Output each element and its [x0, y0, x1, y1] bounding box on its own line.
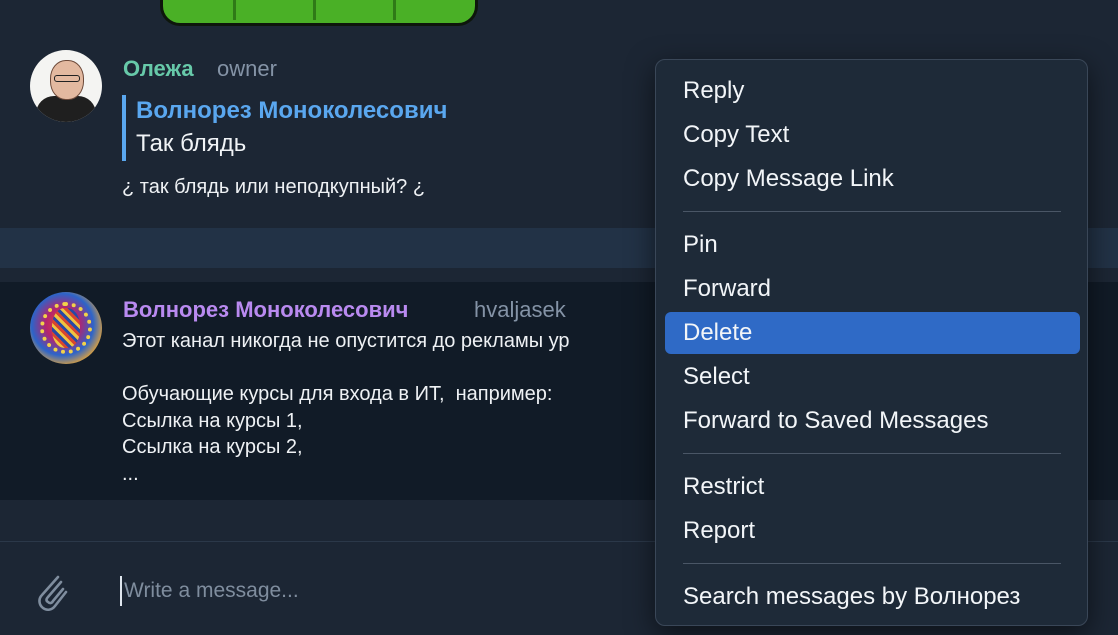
avatar[interactable] [30, 292, 102, 364]
role-badge: hvaljasek [474, 297, 566, 322]
menu-divider [683, 211, 1061, 212]
menu-item-forward-to-saved[interactable]: Forward to Saved Messages [665, 400, 1080, 442]
menu-item-select[interactable]: Select [665, 356, 1080, 398]
menu-item-report[interactable]: Report [665, 510, 1080, 552]
menu-item-copy-message-link[interactable]: Copy Message Link [665, 158, 1080, 200]
menu-item-copy-text[interactable]: Copy Text [665, 114, 1080, 156]
message-input[interactable] [120, 576, 644, 606]
message-text: ¿ так блядь или неподкупный? ¿ [122, 176, 426, 198]
menu-item-restrict[interactable]: Restrict [665, 466, 1080, 508]
paperclip-icon[interactable] [30, 568, 70, 614]
message-text: Этот канал никогда не опустится до рекла… [122, 330, 570, 485]
menu-item-pin[interactable]: Pin [665, 224, 1080, 266]
reply-text: Так блядь [136, 130, 247, 157]
menu-item-reply[interactable]: Reply [665, 70, 1080, 112]
menu-divider [683, 453, 1061, 454]
message-author[interactable]: Олежа [123, 56, 194, 82]
sticker-image [160, 0, 478, 26]
reply-author: Волнорез Моноколесович [136, 97, 448, 124]
menu-item-search-messages-by-user[interactable]: Search messages by Волнорез [665, 576, 1080, 618]
menu-item-forward[interactable]: Forward [665, 268, 1080, 310]
menu-divider [683, 563, 1061, 564]
menu-item-delete[interactable]: Delete [665, 312, 1080, 354]
role-badge: owner [217, 56, 277, 81]
context-menu: Reply Copy Text Copy Message Link Pin Fo… [655, 59, 1088, 626]
reply-quote[interactable]: Волнорез Моноколесович Так блядь [122, 95, 447, 161]
avatar[interactable] [30, 50, 102, 122]
message-author[interactable]: Волнорез Моноколесович [123, 297, 408, 323]
